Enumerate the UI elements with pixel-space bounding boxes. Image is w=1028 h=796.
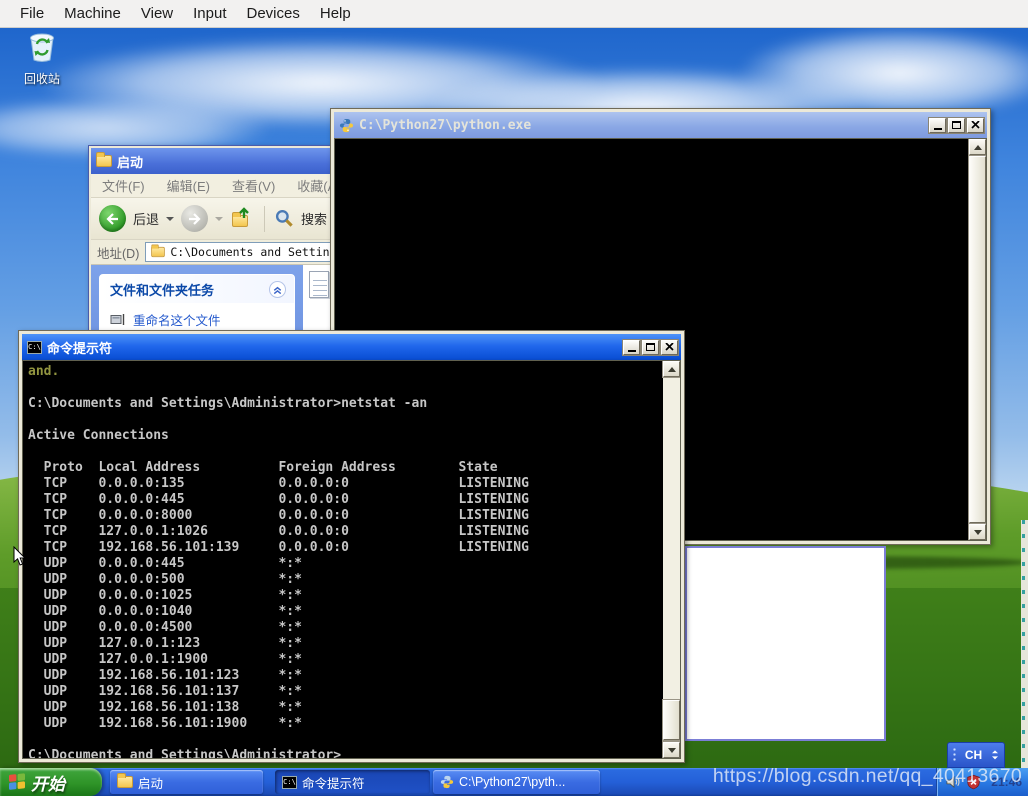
collapse-button[interactable] [269, 281, 286, 298]
file-tasks-title: 文件和文件夹任务 [110, 283, 215, 298]
recycle-bin-shortcut[interactable]: 回收站 [14, 30, 70, 87]
drag-handle-icon[interactable] [952, 747, 957, 763]
maximize-icon [952, 121, 961, 129]
address-label: 地址(D) [97, 246, 140, 261]
vm-menu-help[interactable]: Help [310, 5, 361, 22]
up-folder-button[interactable] [230, 206, 254, 229]
start-button-label: 开始 [31, 774, 65, 794]
arrow-down-icon [667, 747, 676, 753]
scroll-up-button[interactable] [968, 139, 986, 156]
forward-dropdown-icon[interactable] [215, 216, 224, 221]
console-text: and. C:\Documents and Settings\Administr… [23, 361, 663, 758]
arrow-up-icon [667, 366, 676, 372]
console-previous-output: and. [28, 364, 60, 379]
cmd-icon: C:\ [27, 340, 42, 354]
folder-icon [117, 773, 133, 788]
close-icon [971, 121, 980, 129]
arrow-up-icon [973, 144, 982, 150]
forward-button[interactable] [181, 205, 209, 232]
back-button[interactable] [99, 205, 126, 232]
back-dropdown-icon[interactable] [166, 216, 175, 221]
language-options-icon[interactable] [990, 749, 1000, 761]
windows-logo-icon [9, 773, 26, 790]
close-button[interactable] [966, 116, 985, 134]
python-icon [440, 775, 454, 789]
folder-icon [96, 152, 112, 167]
file-tasks-header[interactable]: 文件和文件夹任务 [100, 275, 294, 303]
watermark-text: https://blog.csdn.net/qq_40413670 [712, 765, 1022, 787]
vm-menu-input[interactable]: Input [183, 5, 236, 22]
address-folder-icon [151, 244, 166, 258]
back-button-label[interactable]: 后退 [133, 209, 159, 228]
python-window-titlebar[interactable]: C:\Python27\python.exe [334, 112, 987, 138]
menu-edit[interactable]: 编辑(E) [156, 176, 221, 195]
vm-menu-view[interactable]: View [131, 5, 183, 22]
vm-menu-file[interactable]: File [10, 5, 54, 22]
toolbar-separator [264, 205, 266, 232]
vm-menu-machine[interactable]: Machine [54, 5, 131, 22]
minimize-button[interactable] [622, 338, 641, 356]
chevron-up-icon [273, 286, 282, 295]
forward-arrow-icon [189, 212, 201, 225]
rename-icon [110, 314, 125, 325]
cmd-console-output[interactable]: and. C:\Documents and Settings\Administr… [22, 360, 681, 759]
start-button[interactable]: 开始 [0, 768, 102, 796]
cmd-icon: C:\ [282, 775, 297, 789]
taskbar-button-label: 命令提示符 [302, 776, 365, 791]
cmd-window-titlebar[interactable]: C:\ 命令提示符 [22, 334, 681, 360]
maximize-icon [646, 343, 655, 351]
maximize-button[interactable] [641, 338, 660, 356]
vm-menu-devices[interactable]: Devices [237, 5, 310, 22]
scrollbar-thumb[interactable] [662, 699, 680, 741]
task-rename-file[interactable]: 重命名这个文件 [100, 303, 294, 329]
taskbar-button-label: 启动 [138, 776, 164, 791]
scroll-down-button[interactable] [968, 523, 986, 540]
search-icon [275, 209, 293, 227]
scrollbar-thumb[interactable] [968, 155, 986, 524]
scroll-up-button[interactable] [662, 361, 680, 378]
arrow-down-icon [973, 529, 982, 535]
language-indicator[interactable]: CH [961, 748, 986, 762]
taskbar-button-label: C:\Python27\pyth... [459, 775, 566, 789]
console-netstat-output: C:\Documents and Settings\Administrator>… [28, 396, 529, 758]
text-file-icon[interactable] [309, 271, 329, 298]
menu-file[interactable]: 文件(F) [91, 176, 156, 195]
back-arrow-icon [106, 212, 118, 225]
blank-app-window[interactable] [685, 546, 886, 741]
search-button-label[interactable]: 搜索 [301, 209, 327, 228]
cmd-window-title: 命令提示符 [47, 340, 113, 356]
maximize-button[interactable] [947, 116, 966, 134]
menu-view[interactable]: 查看(V) [221, 176, 286, 195]
close-icon [665, 343, 674, 351]
close-button[interactable] [660, 338, 679, 356]
python-icon [339, 118, 354, 132]
cmd-scrollbar[interactable] [662, 361, 680, 758]
minimize-icon [627, 349, 636, 352]
scroll-down-button[interactable] [662, 741, 680, 758]
taskbar-button-python[interactable]: C:\Python27\pyth... [433, 770, 600, 794]
screen: File Machine View Input Devices Help 回收站… [0, 0, 1028, 796]
taskbar-button-cmd[interactable]: C:\ 命令提示符 [275, 770, 430, 794]
cmd-window: C:\ 命令提示符 and. C:\Documents and Settings… [18, 330, 685, 763]
mouse-cursor [13, 546, 27, 566]
recycle-bin-label: 回收站 [23, 72, 60, 86]
screen-edge-artifact [1021, 520, 1028, 768]
minimize-button[interactable] [928, 116, 947, 134]
python-scrollbar[interactable] [968, 139, 986, 540]
vm-menubar: File Machine View Input Devices Help [0, 0, 1028, 28]
task-rename-label: 重命名这个文件 [133, 314, 221, 328]
minimize-icon [933, 127, 942, 130]
up-arrow-icon [239, 206, 249, 218]
python-window-title: C:\Python27\python.exe [359, 117, 532, 133]
recycle-bin-icon [24, 30, 60, 69]
taskbar-button-folder[interactable]: 启动 [110, 770, 263, 794]
